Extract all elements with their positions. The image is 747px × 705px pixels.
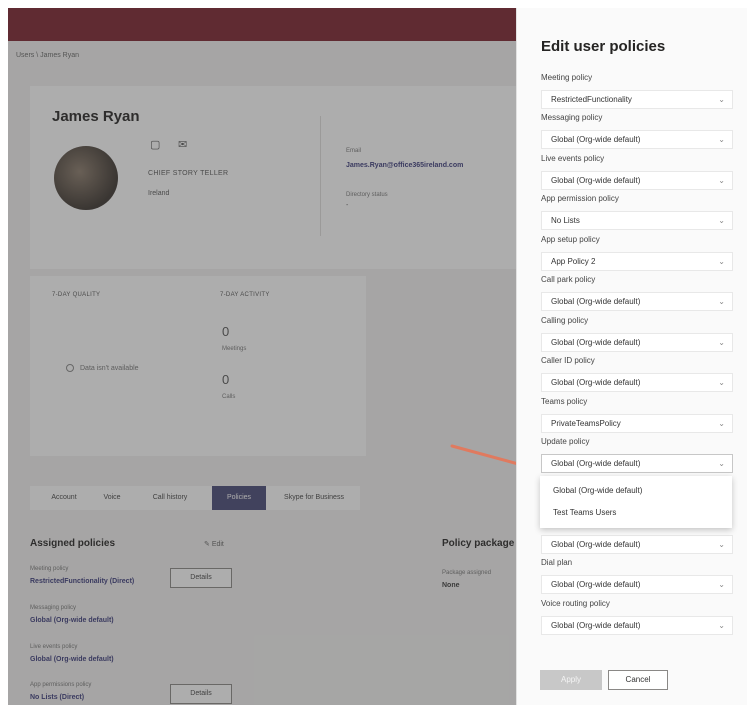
teams-policy-label: Teams policy bbox=[541, 397, 588, 406]
calling-policy-value: Global (Org-wide default) bbox=[551, 338, 641, 347]
call-park-policy-label: Call park policy bbox=[541, 275, 596, 284]
app-setup-policy-value: App Policy 2 bbox=[551, 257, 596, 266]
update-policy-label: Update policy bbox=[541, 437, 590, 446]
screenshot-stage: Users \ James Ryan James Ryan ▢ ✉ CHIEF … bbox=[0, 0, 747, 705]
calling-policy-label: Calling policy bbox=[541, 316, 589, 325]
menu-option-global[interactable]: Global (Org-wide default) bbox=[553, 486, 642, 495]
caller-id-policy-dropdown[interactable]: Global (Org-wide default) ⌄ bbox=[541, 373, 733, 392]
caller-id-policy-label: Caller ID policy bbox=[541, 356, 595, 365]
chevron-down-icon: ⌄ bbox=[718, 338, 725, 347]
live-events-policy-label: Live events policy bbox=[541, 154, 605, 163]
chevron-down-icon: ⌄ bbox=[718, 580, 725, 589]
app-setup-policy-dropdown[interactable]: App Policy 2 ⌄ bbox=[541, 252, 733, 271]
chevron-down-icon: ⌄ bbox=[718, 459, 725, 468]
messaging-policy-dropdown[interactable]: Global (Org-wide default) ⌄ bbox=[541, 130, 733, 149]
chevron-down-icon: ⌄ bbox=[718, 378, 725, 387]
meeting-policy-value: RestrictedFunctionality bbox=[551, 95, 632, 104]
chevron-down-icon: ⌄ bbox=[718, 297, 725, 306]
chevron-down-icon: ⌄ bbox=[718, 176, 725, 185]
meeting-policy-label: Meeting policy bbox=[541, 73, 593, 82]
voice-routing-policy-value: Global (Org-wide default) bbox=[551, 621, 641, 630]
live-events-policy-value: Global (Org-wide default) bbox=[551, 176, 641, 185]
voice-routing-policy-dropdown[interactable]: Global (Org-wide default) ⌄ bbox=[541, 616, 733, 635]
voice-routing-policy-label: Voice routing policy bbox=[541, 599, 610, 608]
messaging-policy-value: Global (Org-wide default) bbox=[551, 135, 641, 144]
teams-policy-dropdown[interactable]: PrivateTeamsPolicy ⌄ bbox=[541, 414, 733, 433]
update-policy-value: Global (Org-wide default) bbox=[551, 459, 641, 468]
apply-button[interactable]: Apply bbox=[540, 670, 602, 690]
update-policy-dropdown[interactable]: Global (Org-wide default) ⌄ bbox=[541, 454, 733, 473]
dial-plan-dropdown[interactable]: Global (Org-wide default) ⌄ bbox=[541, 575, 733, 594]
panel-title: Edit user policies bbox=[541, 38, 666, 55]
hidden-policy-value: Global (Org-wide default) bbox=[551, 540, 641, 549]
call-park-policy-dropdown[interactable]: Global (Org-wide default) ⌄ bbox=[541, 292, 733, 311]
edit-user-policies-panel: Edit user policies Meeting policy Restri… bbox=[516, 8, 747, 705]
chevron-down-icon: ⌄ bbox=[718, 216, 725, 225]
update-policy-menu: Global (Org-wide default) Test Teams Use… bbox=[540, 476, 732, 528]
caller-id-policy-value: Global (Org-wide default) bbox=[551, 378, 641, 387]
chevron-down-icon: ⌄ bbox=[718, 540, 725, 549]
live-events-policy-dropdown[interactable]: Global (Org-wide default) ⌄ bbox=[541, 171, 733, 190]
app-permission-policy-dropdown[interactable]: No Lists ⌄ bbox=[541, 211, 733, 230]
chevron-down-icon: ⌄ bbox=[718, 95, 725, 104]
call-park-policy-value: Global (Org-wide default) bbox=[551, 297, 641, 306]
app-setup-policy-label: App setup policy bbox=[541, 235, 600, 244]
meeting-policy-dropdown[interactable]: RestrictedFunctionality ⌄ bbox=[541, 90, 733, 109]
hidden-policy-dropdown[interactable]: Global (Org-wide default) ⌄ bbox=[541, 535, 733, 554]
teams-policy-value: PrivateTeamsPolicy bbox=[551, 419, 621, 428]
app-permission-policy-label: App permission policy bbox=[541, 194, 619, 203]
chevron-down-icon: ⌄ bbox=[718, 419, 725, 428]
messaging-policy-label: Messaging policy bbox=[541, 113, 603, 122]
cancel-button[interactable]: Cancel bbox=[608, 670, 668, 690]
calling-policy-dropdown[interactable]: Global (Org-wide default) ⌄ bbox=[541, 333, 733, 352]
chevron-down-icon: ⌄ bbox=[718, 621, 725, 630]
menu-option-test-teams-users[interactable]: Test Teams Users bbox=[553, 508, 616, 517]
dial-plan-value: Global (Org-wide default) bbox=[551, 580, 641, 589]
chevron-down-icon: ⌄ bbox=[718, 135, 725, 144]
chevron-down-icon: ⌄ bbox=[718, 257, 725, 266]
modal-overlay[interactable] bbox=[8, 8, 516, 705]
app-permission-policy-value: No Lists bbox=[551, 216, 580, 225]
dial-plan-label: Dial plan bbox=[541, 558, 573, 567]
